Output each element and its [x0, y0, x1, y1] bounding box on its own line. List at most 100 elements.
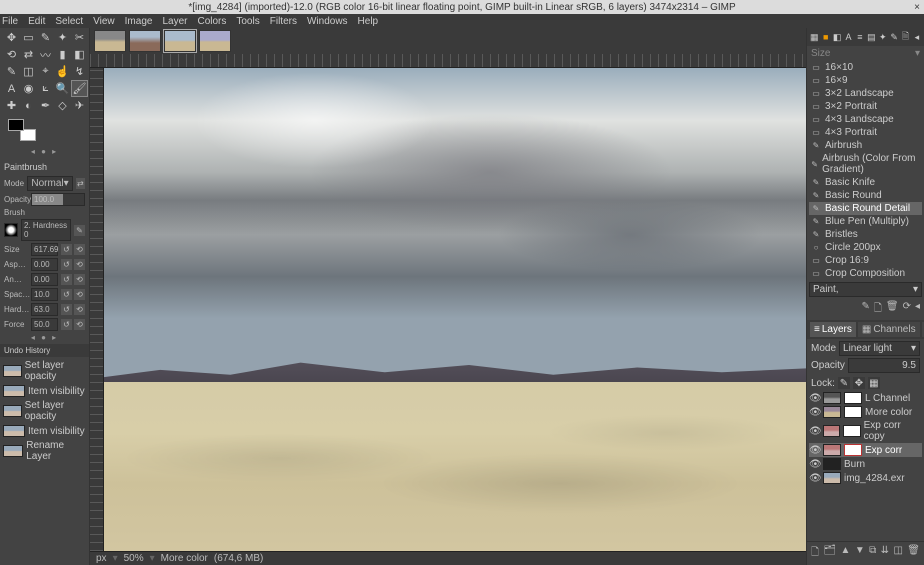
layer-mask-thumb[interactable] [844, 392, 862, 404]
layer-mask-icon[interactable]: ◫ [893, 545, 902, 562]
preset-refresh-icon[interactable]: ⟳ [903, 301, 911, 318]
preset-menu-icon[interactable]: ◂ [915, 301, 920, 318]
layer-row[interactable]: 👁 L Channel [809, 391, 922, 405]
layer-thumb[interactable] [823, 458, 841, 470]
flip-tool[interactable]: ⇄ [21, 47, 36, 62]
layer-thumb[interactable] [823, 472, 841, 484]
preset-edit-icon[interactable]: ✎ [861, 301, 869, 318]
visibility-icon[interactable]: 👁 [809, 459, 820, 470]
preset-item[interactable]: ▭Crop 16:9 [809, 254, 922, 267]
layer-row[interactable]: 👁Exp corr copy [809, 419, 922, 443]
unit-select[interactable]: px [96, 553, 107, 564]
menu-colors[interactable]: Colors [197, 16, 226, 27]
preset-item[interactable]: ✎Blue Pen (Multiply) [809, 215, 922, 228]
layer-group-icon[interactable]: 🗂 [823, 545, 836, 562]
preset-item[interactable]: ✎Airbrush (Color From Gradient) [809, 152, 922, 176]
menu-filters[interactable]: Filters [270, 16, 297, 27]
text-tool[interactable]: A [4, 81, 19, 96]
preset-delete-icon[interactable]: 🗑 [886, 301, 899, 318]
ink-tool[interactable]: ✒ [38, 98, 53, 113]
options-drag-handle[interactable]: ◂ ● ▸ [4, 333, 85, 342]
preset-item[interactable]: ○Circle 200px [809, 241, 922, 254]
visibility-icon[interactable]: 👁 [809, 445, 820, 456]
layer-down-icon[interactable]: ▼ [855, 545, 865, 562]
lock-pixels-icon[interactable]: ✎ [838, 377, 850, 389]
move-tool[interactable]: ✥ [4, 30, 19, 45]
preset-item[interactable]: ✎Basic Knife [809, 176, 922, 189]
ruler-vertical[interactable] [90, 68, 104, 551]
bucket-tool[interactable]: ▮ [55, 47, 70, 62]
tool-presets-tab-icon[interactable]: ✦ [879, 32, 887, 43]
size-input[interactable]: 617.69 [31, 243, 58, 256]
heal-tool[interactable]: ✚ [4, 98, 19, 113]
mode-toggle-icon[interactable]: ⇄ [76, 178, 85, 189]
hardness-input[interactable]: 63.0 [31, 303, 58, 316]
preset-item[interactable]: ▭3×2 Landscape [809, 87, 922, 100]
visibility-icon[interactable]: 👁 [809, 393, 820, 404]
layer-duplicate-icon[interactable]: ⧉ [869, 545, 876, 562]
gradient-tool[interactable]: ◧ [72, 47, 87, 62]
aspect-reset-icon[interactable]: ↺ [61, 259, 72, 270]
preset-item[interactable]: ▭3×2 Portrait [809, 100, 922, 113]
spacing-input[interactable]: 10.0 [31, 288, 58, 301]
brush-name[interactable]: 2. Hardness 0 [21, 219, 71, 241]
free-select-tool[interactable]: ✎ [38, 30, 53, 45]
undo-item[interactable]: Item visibility [2, 424, 87, 438]
pencil-tool[interactable]: ✎ [4, 64, 19, 79]
fonts-tab-icon[interactable]: A [844, 32, 852, 43]
preset-item[interactable]: ▭4×3 Landscape [809, 113, 922, 126]
layer-thumb[interactable] [823, 392, 841, 404]
tab-layers[interactable]: ≡ Layers [810, 322, 856, 337]
layer-delete-icon[interactable]: 🗑 [907, 545, 920, 562]
undo-item[interactable]: Rename Layer [2, 439, 87, 463]
preset-item[interactable]: ▭16×9 [809, 74, 922, 87]
rotate-tool[interactable]: ⟲ [4, 47, 19, 62]
color-picker-tool[interactable]: ◉ [21, 81, 36, 96]
layer-name[interactable]: L Channel [865, 393, 910, 404]
force-reset-icon[interactable]: ↺ [61, 319, 72, 330]
visibility-icon[interactable]: 👁 [809, 426, 820, 437]
layer-mode-select[interactable]: Linear light▾ [839, 341, 920, 356]
layer-thumb[interactable] [823, 425, 840, 437]
layer-row[interactable]: 👁Exp corr [809, 443, 922, 457]
warp-tool[interactable]: 〰 [38, 47, 53, 62]
menu-tools[interactable]: Tools [236, 16, 259, 27]
aspect-link-icon[interactable]: ⟲ [74, 259, 85, 270]
force-input[interactable]: 50.0 [31, 318, 58, 331]
preset-new-icon[interactable]: 🗋 [874, 301, 882, 318]
preset-item[interactable]: ✎Basic Round Detail [809, 202, 922, 215]
lock-position-icon[interactable]: ✥ [853, 377, 865, 389]
angle-link-icon[interactable]: ⟲ [74, 274, 85, 285]
preset-item[interactable]: ▭4×3 Portrait [809, 126, 922, 139]
menu-layer[interactable]: Layer [162, 16, 187, 27]
layer-up-icon[interactable]: ▲ [841, 545, 851, 562]
layer-new-icon[interactable]: 🗋 [811, 545, 819, 562]
hardness-link-icon[interactable]: ⟲ [74, 304, 85, 315]
image-tab[interactable] [94, 30, 126, 52]
preset-item[interactable]: ✎Basic Round [809, 189, 922, 202]
paintbrush-tool[interactable]: 🖌 [72, 81, 87, 96]
menu-select[interactable]: Select [55, 16, 83, 27]
layer-row[interactable]: 👁img_4284.exr [809, 471, 922, 485]
menu-file[interactable]: File [2, 16, 18, 27]
opacity-slider[interactable]: 100.0 [31, 193, 85, 206]
spacing-reset-icon[interactable]: ↺ [61, 289, 72, 300]
hardness-reset-icon[interactable]: ↺ [61, 304, 72, 315]
document-tab-icon[interactable]: 🗎 [901, 32, 909, 43]
menu-image[interactable]: Image [125, 16, 153, 27]
mode-select[interactable]: Normal▾ [27, 176, 72, 191]
clone-tool[interactable]: ⌖ [38, 64, 53, 79]
layer-opacity-input[interactable]: 9.5 [848, 358, 920, 373]
layer-thumb[interactable] [823, 444, 841, 456]
preset-item[interactable]: ▭Crop Composition [809, 267, 922, 280]
patterns-tab-icon[interactable]: ■ [822, 32, 830, 43]
brush-edit-icon[interactable]: ✎ [74, 225, 85, 236]
rect-select-tool[interactable]: ▭ [21, 30, 36, 45]
layer-row[interactable]: 👁More color [809, 405, 922, 419]
canvas[interactable] [104, 68, 806, 551]
layer-mask-thumb[interactable] [844, 406, 862, 418]
palette-tab-icon[interactable]: ▤ [867, 32, 876, 43]
menu-edit[interactable]: Edit [28, 16, 45, 27]
layer-mask-thumb[interactable] [844, 444, 862, 456]
path-tool[interactable]: ↯ [72, 64, 87, 79]
